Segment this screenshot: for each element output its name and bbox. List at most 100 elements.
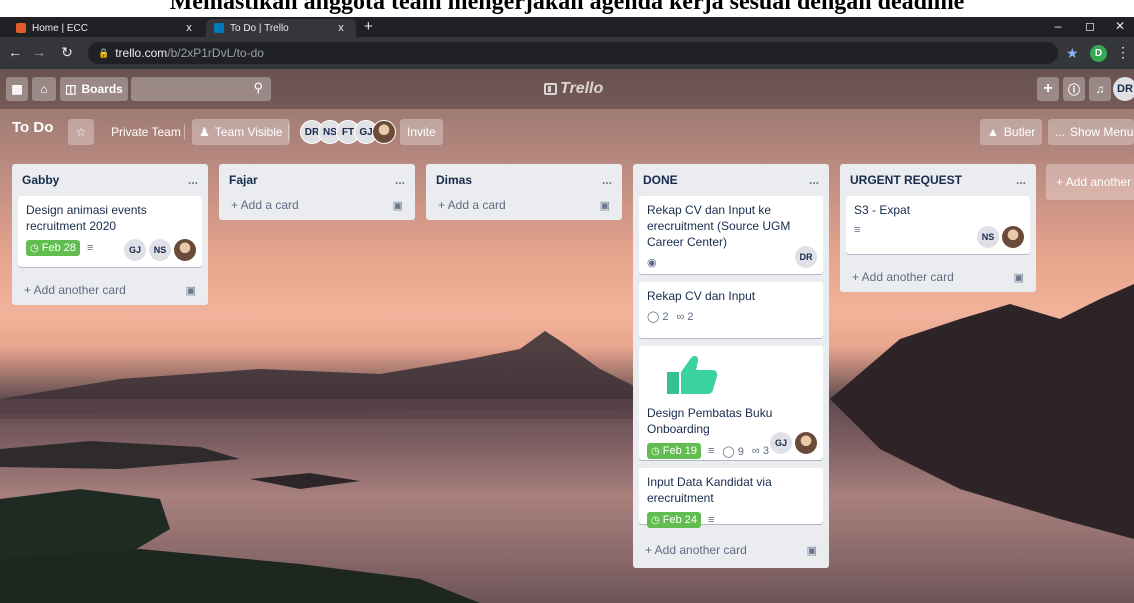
card-template-icon[interactable]: ▣ [393, 199, 403, 212]
list-urgent-request: URGENT REQUEST ... S3 - Expat ≡ NS + Add… [840, 164, 1036, 292]
close-tab-icon[interactable]: x [182, 22, 196, 34]
card-member-avatar[interactable]: GJ [124, 239, 146, 261]
card-members: NS [974, 226, 1024, 248]
profile-avatar[interactable]: D [1090, 45, 1107, 62]
card-member-photo-avatar[interactable] [174, 239, 196, 261]
close-window-icon[interactable]: ✕ [1110, 19, 1130, 33]
card-template-icon[interactable]: ▣ [600, 199, 610, 212]
header-divider [288, 124, 289, 140]
board-header: To Do ☆ Private Team ♟ Team Visible DR N… [0, 109, 1134, 153]
create-button[interactable]: + [1037, 77, 1059, 101]
search-input[interactable]: ⚲ [131, 77, 271, 101]
list-header[interactable]: Gabby ... [12, 164, 208, 196]
caption-text: Memastikan anggota team mengerjakan agen… [169, 0, 965, 15]
info-icon[interactable]: ⓘ [1063, 77, 1085, 101]
invite-button[interactable]: Invite [400, 119, 443, 145]
card[interactable]: Input Data Kandidat via erecruitment ◷ Fe… [639, 468, 823, 528]
list-title[interactable]: Gabby [22, 173, 59, 187]
description-icon: ≡ [854, 224, 861, 236]
card-member-avatar[interactable]: GJ [770, 432, 792, 454]
reload-icon[interactable]: ↻ [58, 44, 76, 61]
apps-grid-icon[interactable]: ▦ [6, 77, 28, 101]
browser-menu-icon[interactable]: ⋮ [1116, 44, 1130, 61]
list-menu-ellipsis-icon[interactable]: ... [188, 173, 198, 187]
card-badges: ◉ [647, 256, 815, 269]
list-menu-ellipsis-icon[interactable]: ... [809, 173, 819, 187]
card[interactable]: Design Pembatas Buku Onboarding ◷ Feb 19 … [639, 346, 823, 460]
card-template-icon[interactable]: ▣ [186, 284, 196, 297]
card[interactable]: S3 - Expat ≡ NS [846, 196, 1030, 254]
list-title[interactable]: URGENT REQUEST [850, 173, 962, 187]
card-template-icon[interactable]: ▣ [807, 544, 817, 557]
list-menu-ellipsis-icon[interactable]: ... [602, 173, 612, 187]
address-bar[interactable]: 🔒 trello.com/b/2xP1rDvL/to-do [88, 42, 1058, 64]
back-icon[interactable]: ← [6, 44, 24, 60]
due-date-badge[interactable]: ◷ Feb 19 [647, 443, 701, 459]
tab-title: To Do | Trello [230, 22, 289, 34]
card-title: Rekap CV dan Input ke erecruitment (Sour… [647, 203, 791, 249]
card-members: GJ [767, 432, 817, 454]
card[interactable]: Design animasi events recruitment 2020 ◷… [18, 196, 202, 267]
board-title[interactable]: To Do [12, 119, 53, 136]
show-menu-button[interactable]: ... Show Menu [1048, 119, 1134, 145]
add-list-button[interactable]: + Add another list [1046, 164, 1134, 200]
add-card-button[interactable]: + Add another card ▣ [633, 532, 829, 568]
close-tab-icon[interactable]: x [334, 22, 348, 34]
list-dimas: Dimas ... + Add a card ▣ [426, 164, 622, 220]
comment-count: 2 [662, 311, 669, 323]
list-title[interactable]: Fajar [229, 173, 258, 187]
trello-logo-text: Trello [560, 80, 604, 97]
list-title[interactable]: DONE [643, 173, 678, 187]
trello-favicon-icon [214, 23, 224, 33]
list-fajar: Fajar ... + Add a card ▣ [219, 164, 415, 220]
boards-button[interactable]: ◫ Boards [60, 77, 128, 101]
board-member-photo-avatar[interactable] [372, 120, 396, 144]
card[interactable]: Rekap CV dan Input ke erecruitment (Sour… [639, 196, 823, 274]
butler-button[interactable]: ▲ Butler [980, 119, 1043, 145]
home-icon[interactable]: ⌂ [32, 77, 56, 101]
add-card-button[interactable]: + Add another card ▣ [840, 262, 1036, 292]
card-member-photo-avatar[interactable] [795, 432, 817, 454]
url-host: trello.com [115, 46, 168, 60]
trello-logo[interactable]: Trello [544, 80, 603, 98]
add-card-button[interactable]: + Add a card ▣ [219, 190, 415, 220]
trello-logo-icon [544, 83, 557, 95]
notifications-bell-icon[interactable]: ♫ [1089, 77, 1111, 101]
forward-icon[interactable]: → [30, 44, 48, 60]
maximize-icon[interactable]: ◻ [1080, 19, 1100, 33]
card-title: Rekap CV dan Input [647, 289, 756, 303]
list-header[interactable]: DONE ... [633, 164, 829, 196]
list-header[interactable]: URGENT REQUEST ... [840, 164, 1036, 196]
due-date-badge[interactable]: ◷ Feb 28 [26, 240, 80, 256]
add-card-button[interactable]: + Add a card ▣ [426, 190, 622, 220]
star-board-icon[interactable]: ☆ [68, 119, 94, 145]
due-date-badge[interactable]: ◷ Feb 24 [647, 512, 701, 528]
list-menu-ellipsis-icon[interactable]: ... [395, 173, 405, 187]
list-title[interactable]: Dimas [436, 173, 472, 187]
card[interactable]: Rekap CV dan Input ◯ 2 ∞ 2 [639, 282, 823, 338]
header-divider [184, 124, 185, 140]
description-icon: ≡ [707, 514, 715, 526]
board-canvas: ▦ ⌂ ◫ Boards ⚲ Trello + ⓘ ♫ DR To Do ☆ P… [0, 69, 1134, 603]
visibility-button[interactable]: ♟ Team Visible [192, 119, 290, 145]
my-avatar[interactable]: DR [1113, 77, 1134, 101]
comment-count: 9 [737, 445, 744, 458]
due-date-text: Feb 24 [662, 514, 697, 526]
butler-icon: ▲ [987, 125, 999, 139]
thumbs-up-image-icon [667, 355, 718, 394]
team-button[interactable]: Private Team [104, 119, 188, 145]
list-done: DONE ... Rekap CV dan Input ke erecruitm… [633, 164, 829, 568]
new-tab-button[interactable]: + [364, 18, 373, 35]
card-member-avatar[interactable]: DR [795, 246, 817, 268]
add-card-button[interactable]: + Add another card ▣ [12, 275, 208, 305]
minimize-icon[interactable]: – [1048, 19, 1068, 33]
browser-tab-home[interactable]: Home | ECC x [8, 19, 204, 37]
card-template-icon[interactable]: ▣ [1014, 271, 1024, 284]
bookmark-star-icon[interactable]: ★ [1066, 45, 1079, 62]
attachment-icon: ∞ 2 [676, 310, 694, 323]
browser-tab-trello[interactable]: To Do | Trello x [206, 19, 356, 37]
list-menu-ellipsis-icon[interactable]: ... [1016, 173, 1026, 187]
card-member-avatar[interactable]: NS [149, 239, 171, 261]
card-member-avatar[interactable]: NS [977, 226, 999, 248]
card-member-photo-avatar[interactable] [1002, 226, 1024, 248]
